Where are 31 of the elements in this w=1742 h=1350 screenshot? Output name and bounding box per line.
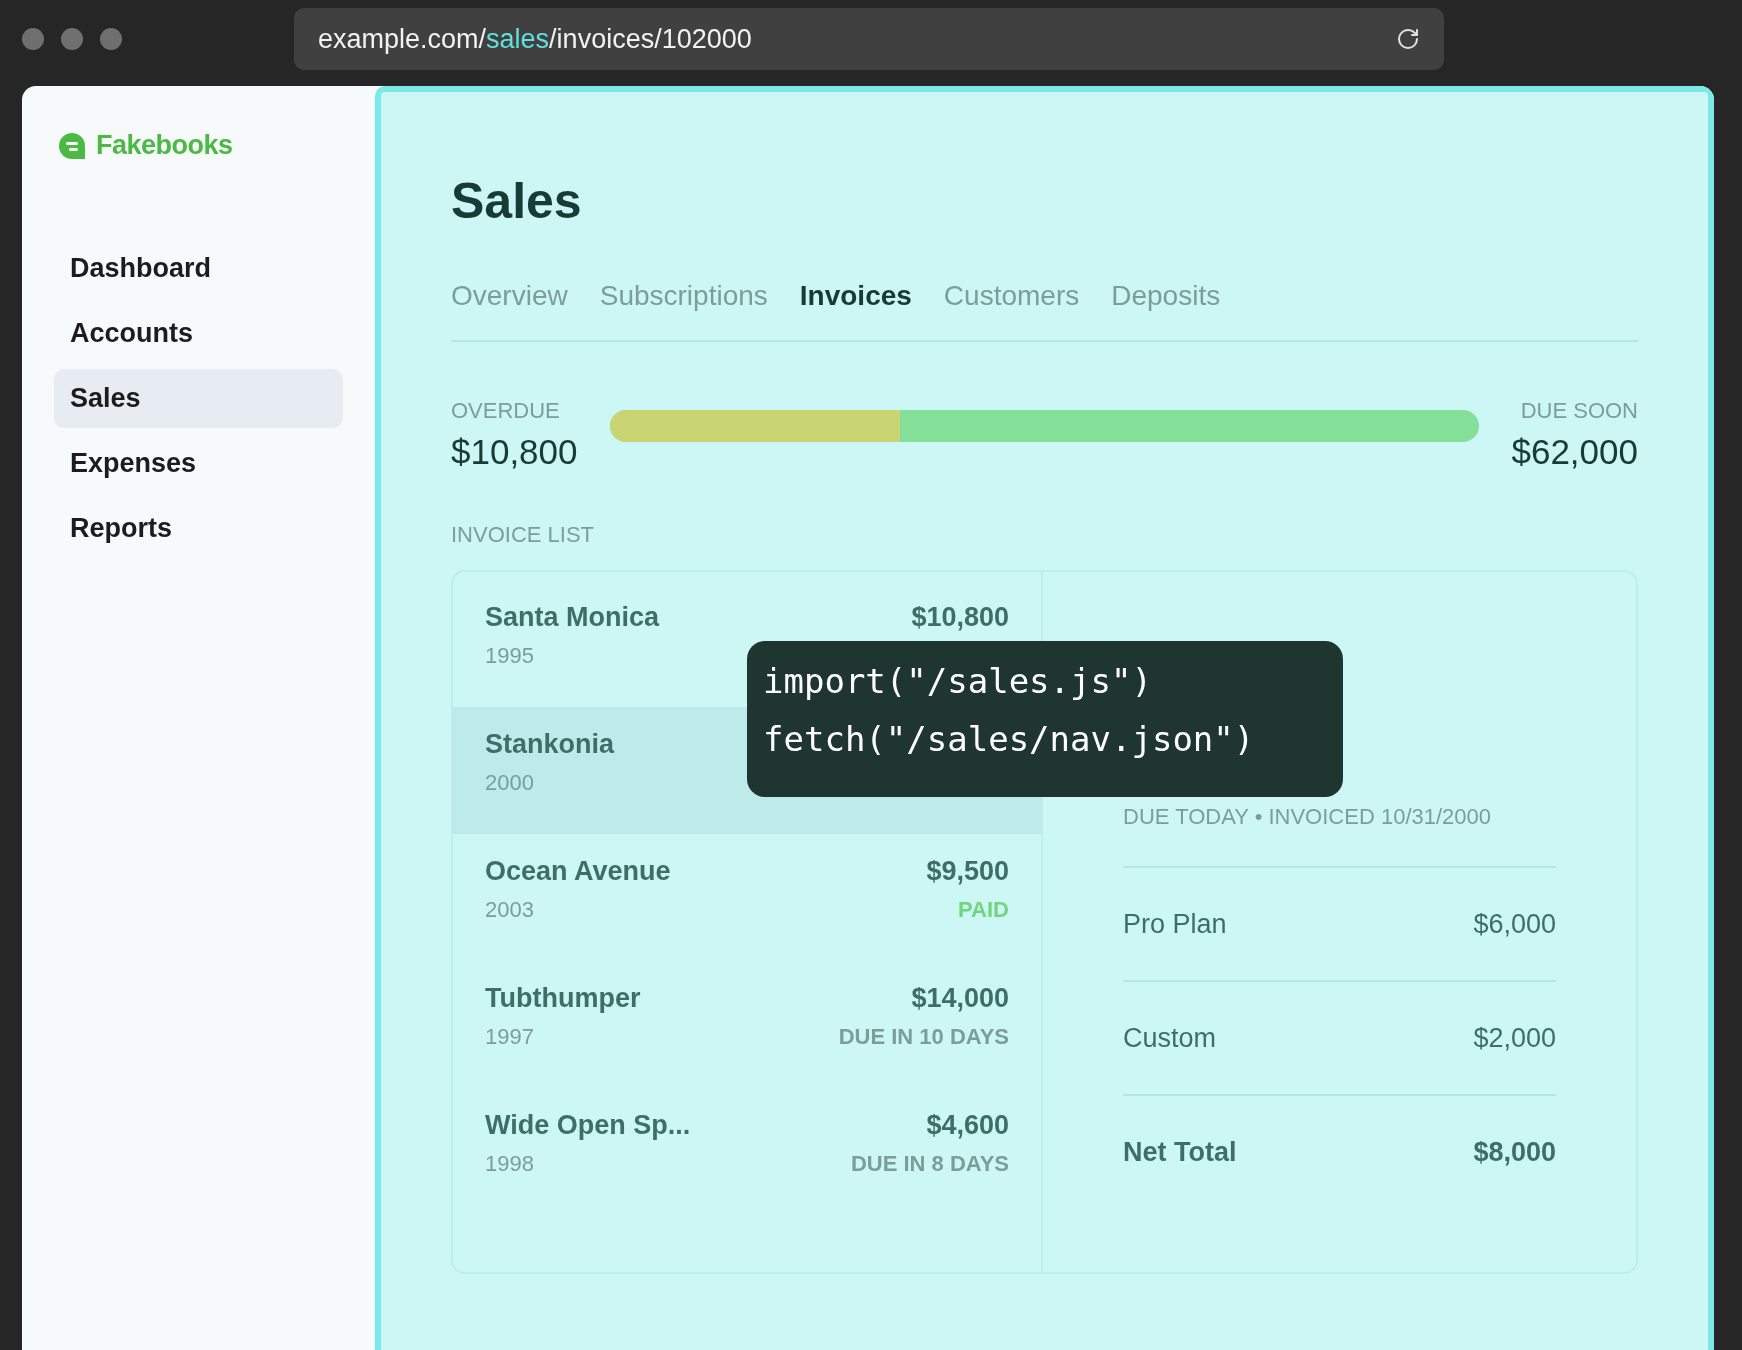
invoice-status: PAID <box>958 897 1009 923</box>
customer-name: Stankonia <box>485 729 615 760</box>
code-line: import("/sales.js") <box>763 661 1153 701</box>
invoice-status: DUE IN 8 DAYS <box>850 1151 1009 1177</box>
overdue-label: OVERDUE <box>451 398 560 424</box>
customer-name: Ocean Avenue <box>485 856 671 887</box>
due-soon-label: DUE SOON <box>1520 398 1638 424</box>
section-heading: INVOICE LIST <box>451 522 596 548</box>
code-line: fetch("/sales/nav.json") <box>763 719 1256 759</box>
invoice-amount: $10,800 <box>911 602 1009 633</box>
invoice-year: 1995 <box>485 643 534 669</box>
customer-name: Santa Monica <box>485 602 660 633</box>
customer-name: Tubthumper <box>485 983 641 1014</box>
customer-name: Wide Open Sp... <box>485 1110 691 1141</box>
line-item: Pro Plan $6,000 <box>1123 866 1556 980</box>
invoice-amount: $9,500 <box>926 856 1009 887</box>
page-title: Sales <box>451 172 583 230</box>
overdue-amount: $10,800 <box>451 432 578 472</box>
invoice-year: 1998 <box>485 1151 534 1177</box>
brand-name: Fakebooks <box>96 130 233 161</box>
url-text: example.com/sales/invoices/102000 <box>318 23 752 55</box>
invoice-amount: $4,600 <box>926 1110 1009 1141</box>
invoice-year: 1997 <box>485 1024 534 1050</box>
detail-meta: DUE TODAY • INVOICED 10/31/2000 <box>1123 804 1493 830</box>
invoice-status: DUE IN 10 DAYS <box>838 1024 1009 1050</box>
invoice-year: 2000 <box>485 770 534 796</box>
line-item: Net Total $8,000 <box>1123 1094 1556 1208</box>
line-item: Custom $2,000 <box>1123 980 1556 1094</box>
invoice-year: 2003 <box>485 897 534 923</box>
invoice-amount: $14,000 <box>911 983 1009 1014</box>
due-soon-amount: $62,000 <box>1511 432 1638 472</box>
